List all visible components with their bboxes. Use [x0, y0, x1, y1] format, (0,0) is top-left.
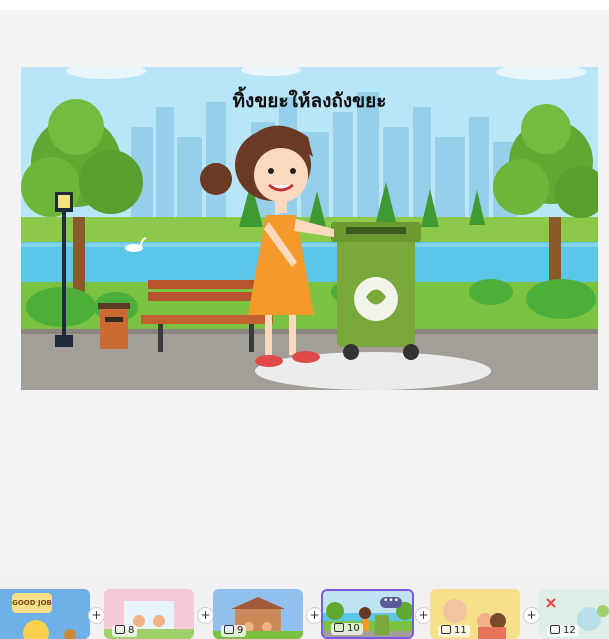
top-strip: [0, 0, 609, 10]
add-slide-button[interactable]: +: [88, 607, 105, 624]
slide-number: 10: [331, 623, 363, 635]
comment-icon: [550, 625, 560, 634]
slide-thumbnail[interactable]: 8: [104, 589, 194, 639]
slide-thumbnail-selected[interactable]: ••• 10: [321, 589, 414, 639]
add-slide-button[interactable]: +: [197, 607, 214, 624]
more-options-button[interactable]: •••: [380, 597, 402, 608]
comment-icon: [441, 625, 451, 634]
filmstrip: GOOD JOB + 8 + 9 + ••• 10 + 11 + 12: [0, 575, 609, 639]
comment-icon: [334, 623, 344, 632]
slide-canvas[interactable]: ทิ้งขยะให้ลงถังขยะ: [21, 67, 598, 390]
slide-title[interactable]: ทิ้งขยะให้ลงถังขยะ: [21, 86, 598, 116]
thumbnail-title: GOOD JOB: [12, 599, 52, 607]
slide-number: 12: [547, 625, 579, 637]
slide-thumbnail[interactable]: 9: [213, 589, 303, 639]
slide-thumbnail[interactable]: 12: [539, 589, 609, 639]
slide-number: 8: [112, 625, 138, 637]
slide-thumbnail[interactable]: GOOD JOB: [0, 589, 90, 639]
comment-icon: [115, 625, 125, 634]
add-slide-button[interactable]: +: [523, 607, 540, 624]
comment-icon: [224, 625, 234, 634]
slide-number: 9: [221, 625, 247, 637]
thumbnail-illustration: [12, 593, 76, 639]
slide-thumbnail[interactable]: 11: [430, 589, 520, 639]
slide-number: 11: [438, 625, 470, 637]
